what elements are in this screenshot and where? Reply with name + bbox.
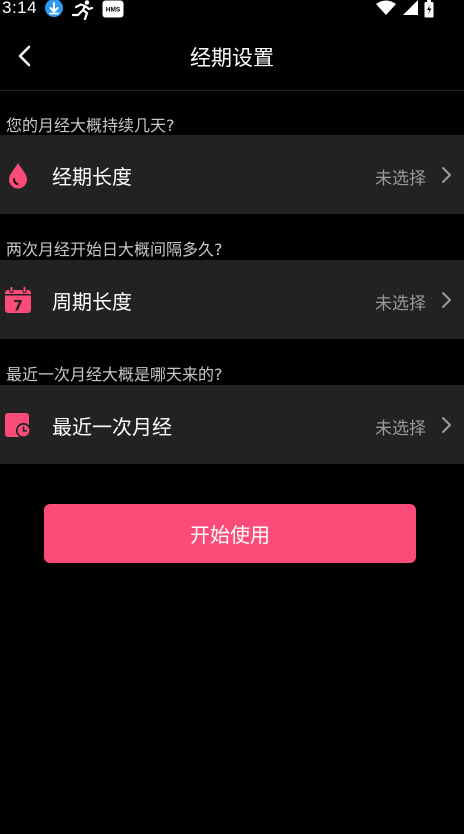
last-period-question: 最近一次月经大概是哪天来的?: [6, 365, 223, 384]
chevron-right-icon: [440, 416, 452, 434]
download-badge-icon: [44, 0, 64, 20]
calendar-icon-number: 7: [13, 299, 23, 315]
chevron-right-icon: [440, 291, 452, 309]
calendar-icon: 7: [4, 286, 32, 315]
drop-icon: [4, 161, 32, 189]
header-bar: 经期设置: [0, 24, 464, 91]
last-period-row[interactable]: 最近一次月经 未选择: [0, 385, 464, 464]
period-length-row[interactable]: 经期长度 未选择: [0, 135, 464, 214]
last-period-label: 最近一次月经: [52, 415, 172, 439]
chevron-right-icon: [440, 166, 452, 184]
status-icons-right: [376, 0, 434, 18]
period-length-value: 未选择: [375, 169, 426, 189]
period-length-label: 经期长度: [52, 165, 132, 189]
wifi-icon: [376, 0, 396, 18]
status-bar: 3:14 HMS: [0, 0, 464, 21]
status-time: 3:14: [2, 0, 38, 17]
battery-icon: [424, 0, 434, 18]
cycle-length-value: 未选择: [375, 294, 426, 314]
running-icon: [71, 0, 94, 21]
calendar-clock-icon: [4, 411, 32, 439]
status-icons-left: HMS: [44, 0, 124, 21]
hms-icon: HMS: [102, 0, 124, 20]
period-length-question: 您的月经大概持续几天?: [6, 116, 175, 135]
cycle-length-label: 周期长度: [52, 290, 132, 314]
page-title: 经期设置: [190, 46, 274, 70]
hms-icon-text: HMS: [106, 7, 121, 14]
cell-signal-icon: [402, 0, 418, 18]
start-button[interactable]: 开始使用: [44, 504, 416, 563]
cycle-length-question: 两次月经开始日大概间隔多久?: [6, 240, 223, 259]
cycle-length-row[interactable]: 7 周期长度 未选择: [0, 260, 464, 339]
last-period-value: 未选择: [375, 419, 426, 439]
